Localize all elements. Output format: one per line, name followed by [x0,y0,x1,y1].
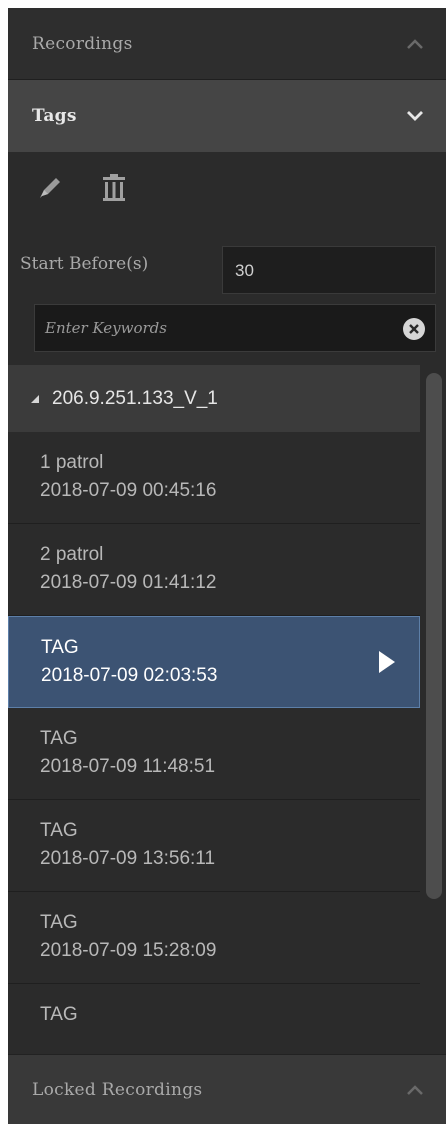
locked-recordings-title: Locked Recordings [32,1079,203,1100]
recordings-header[interactable]: Recordings [8,8,446,80]
tag-name: 2 patrol [40,544,104,565]
tag-time: 2018-07-09 11:48:51 [40,756,216,777]
list-item[interactable]: TAG 2018-07-09 15:28:09 [8,892,420,984]
tag-time: 2018-07-09 00:45:16 [40,480,217,501]
tag-name: TAG [40,1004,78,1025]
close-icon[interactable] [403,318,425,340]
recordings-title: Recordings [32,33,133,54]
pencil-icon[interactable] [36,174,64,202]
tags-header[interactable]: Tags [8,80,446,152]
tag-name: TAG [40,728,78,749]
list-item[interactable]: TAG [8,984,420,1054]
tags-panel: Recordings Tags Start Before(s) 30 Enter… [8,8,446,1124]
chevron-up-icon[interactable] [404,33,426,55]
list-item-selected[interactable]: TAG 2018-07-09 02:03:53 [8,616,420,708]
start-before-row: Start Before(s) 30 [8,238,446,294]
trash-icon[interactable] [100,174,128,202]
chevron-up-icon[interactable] [404,1079,426,1101]
locked-recordings-header[interactable]: Locked Recordings [8,1054,446,1124]
tag-name: 1 patrol [40,452,104,473]
list-item[interactable]: 2 patrol 2018-07-09 01:41:12 [8,524,420,616]
tag-time: 2018-07-09 01:41:12 [40,572,217,593]
list-item[interactable]: 1 patrol 2018-07-09 00:45:16 [8,432,420,524]
tag-name: TAG [41,637,79,658]
scrollbar-thumb[interactable] [426,373,442,899]
list-item[interactable]: TAG 2018-07-09 13:56:11 [8,800,420,892]
tag-time: 2018-07-09 15:28:09 [40,940,217,961]
start-before-label: Start Before(s) [20,254,149,274]
tag-list: 206.9.251.133_V_1 1 patrol 2018-07-09 00… [8,365,446,1054]
keyword-search-input[interactable]: Enter Keywords [34,304,436,352]
tag-time: 2018-07-09 13:56:11 [40,848,216,869]
start-before-input[interactable]: 30 [222,246,436,294]
tag-name: TAG [40,912,78,933]
tags-toolbar [8,152,446,224]
tag-name: TAG [40,820,78,841]
chevron-down-icon[interactable] [404,105,426,127]
search-placeholder: Enter Keywords [45,319,167,337]
tags-title: Tags [32,106,77,126]
play-icon[interactable] [379,651,395,673]
triangle-icon[interactable] [30,394,40,404]
tag-time: 2018-07-09 02:03:53 [41,665,218,686]
camera-group-label: 206.9.251.133_V_1 [52,387,218,409]
list-item[interactable]: TAG 2018-07-09 11:48:51 [8,708,420,800]
camera-group-row[interactable]: 206.9.251.133_V_1 [8,365,420,432]
